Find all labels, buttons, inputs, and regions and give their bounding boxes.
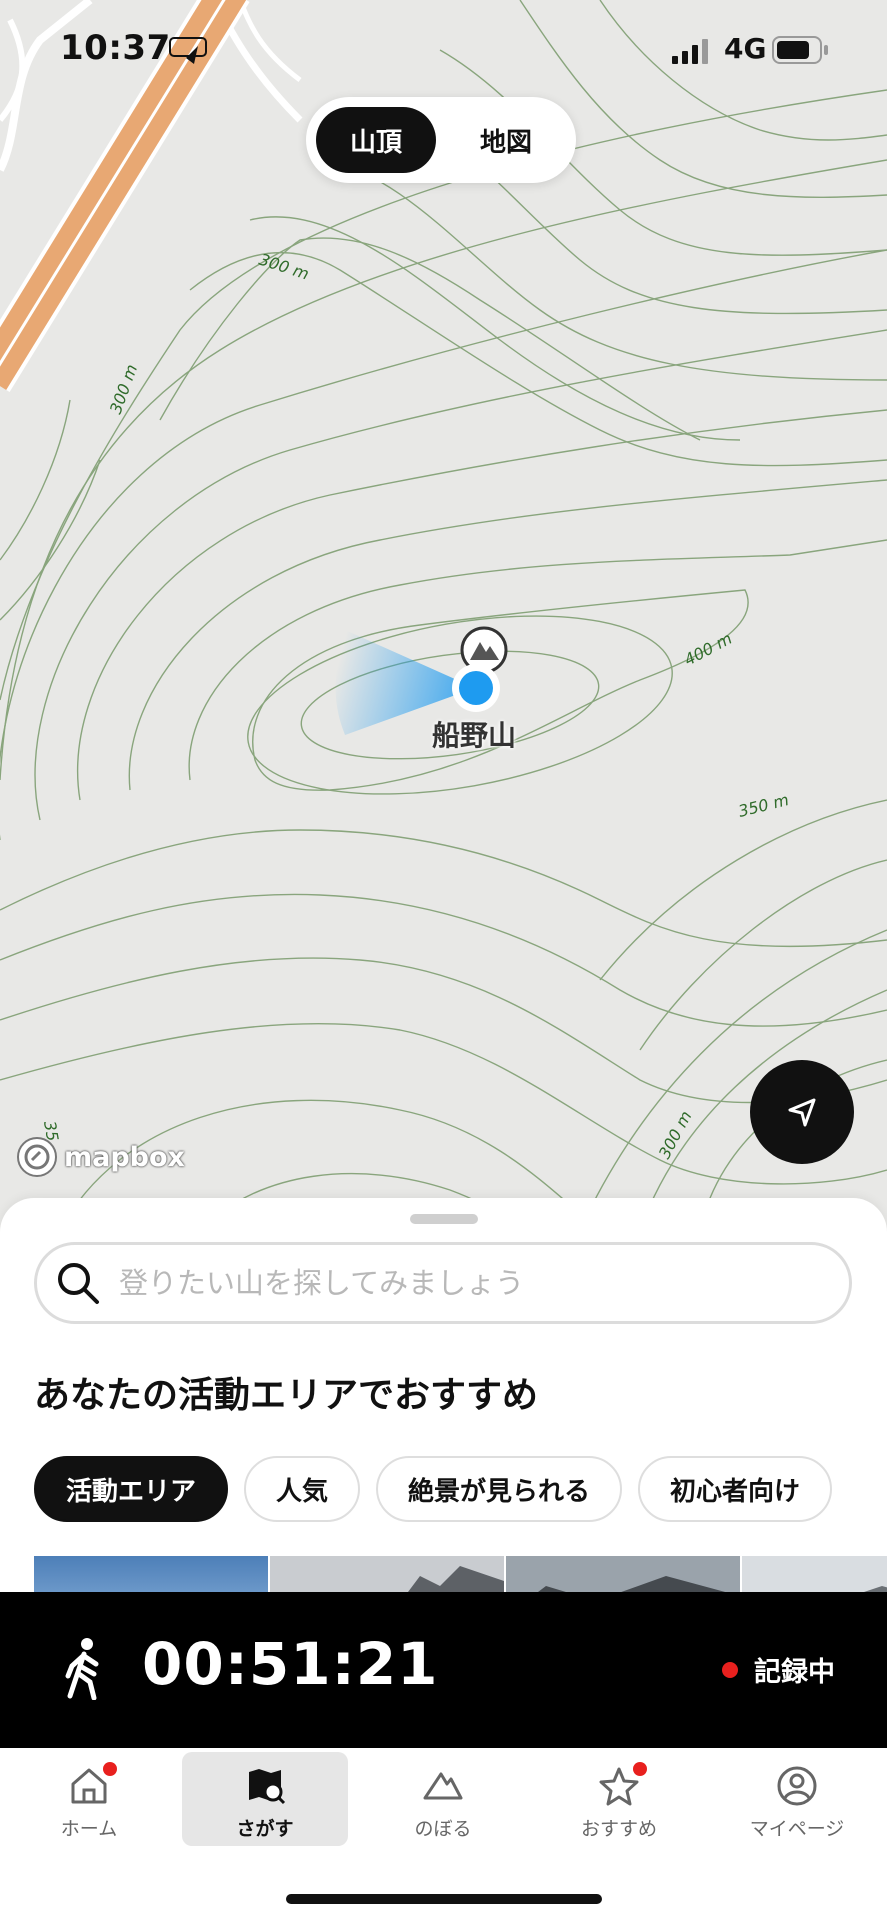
contour-map: 300 m 300 m 400 m 350 m 300 m 35 (0, 0, 887, 1230)
battery-icon (772, 36, 828, 64)
locate-me-button[interactable] (750, 1060, 854, 1164)
map-mode-toggle: 山頂 地図 (306, 97, 576, 183)
contour-label: 300 m (106, 362, 141, 417)
bottom-sheet: あなたの活動エリアでおすすめ 活動エリア 人気 絶景が見られる 初心者向け (0, 1198, 887, 1598)
search-bar[interactable] (34, 1242, 852, 1324)
current-location-dot (452, 664, 500, 712)
recording-status: 記録中 (754, 1657, 835, 1688)
chip-beginner[interactable]: 初心者向け (638, 1456, 833, 1522)
chip-popular[interactable]: 人気 (244, 1456, 361, 1522)
search-icon (58, 1263, 99, 1304)
map-search-icon (249, 1769, 286, 1805)
tab-label: おすすめ (580, 1818, 657, 1840)
mapbox-icon (17, 1137, 57, 1177)
chip-scenic-views[interactable]: 絶景が見られる (376, 1456, 623, 1522)
tab-recommended[interactable]: おすすめ (536, 1752, 702, 1846)
mapbox-logo[interactable]: mapbox (16, 1136, 185, 1178)
notification-badge (633, 1762, 647, 1776)
status-bar: 10:37 4G (0, 0, 887, 100)
tab-my-page[interactable]: マイページ (714, 1752, 880, 1846)
mapbox-attribution: mapbox (64, 1141, 185, 1173)
notification-badge (103, 1762, 117, 1776)
contour-label: 300 m (655, 1108, 696, 1162)
tab-label: のぼる (414, 1818, 472, 1840)
filter-chips: 活動エリア 人気 絶景が見られる 初心者向け (34, 1456, 833, 1522)
tab-label: さがす (236, 1818, 294, 1840)
contour-label: 350 m (736, 790, 790, 821)
mountain-icon (423, 1772, 463, 1800)
tab-label: ホーム (60, 1818, 118, 1840)
segment-map[interactable]: 地図 (446, 107, 566, 173)
chip-activity-area[interactable]: 活動エリア (34, 1456, 229, 1522)
cellular-signal-icon (672, 39, 708, 64)
segment-summit[interactable]: 山頂 (316, 107, 436, 173)
tab-home[interactable]: ホーム (6, 1752, 172, 1846)
navigation-arrow-icon (788, 1098, 816, 1127)
tab-label: マイページ (749, 1818, 845, 1840)
status-time: 10:37 (60, 28, 171, 68)
recording-bar[interactable]: 00:51:21 記録中 (0, 1592, 887, 1748)
section-title: あなたの活動エリアでおすすめ (34, 1375, 539, 1416)
recording-timer: 00:51:21 (142, 1630, 439, 1698)
home-indicator[interactable] (286, 1894, 602, 1904)
mountain-search-input[interactable] (119, 1266, 799, 1300)
recording-indicator-dot (722, 1662, 738, 1678)
sheet-drag-handle[interactable] (410, 1214, 478, 1224)
location-services-icon (169, 37, 207, 66)
contour-label: 400 m (681, 629, 735, 670)
tab-search[interactable]: さがす (182, 1752, 348, 1846)
profile-icon (777, 1766, 817, 1806)
network-type: 4G (724, 32, 767, 65)
tab-climb[interactable]: のぼる (360, 1752, 526, 1846)
map-view[interactable]: 300 m 300 m 400 m 350 m 300 m 35 船野山 map… (0, 0, 887, 1230)
mountain-name-label[interactable]: 船野山 (432, 714, 516, 754)
walking-person-icon (65, 1638, 99, 1700)
